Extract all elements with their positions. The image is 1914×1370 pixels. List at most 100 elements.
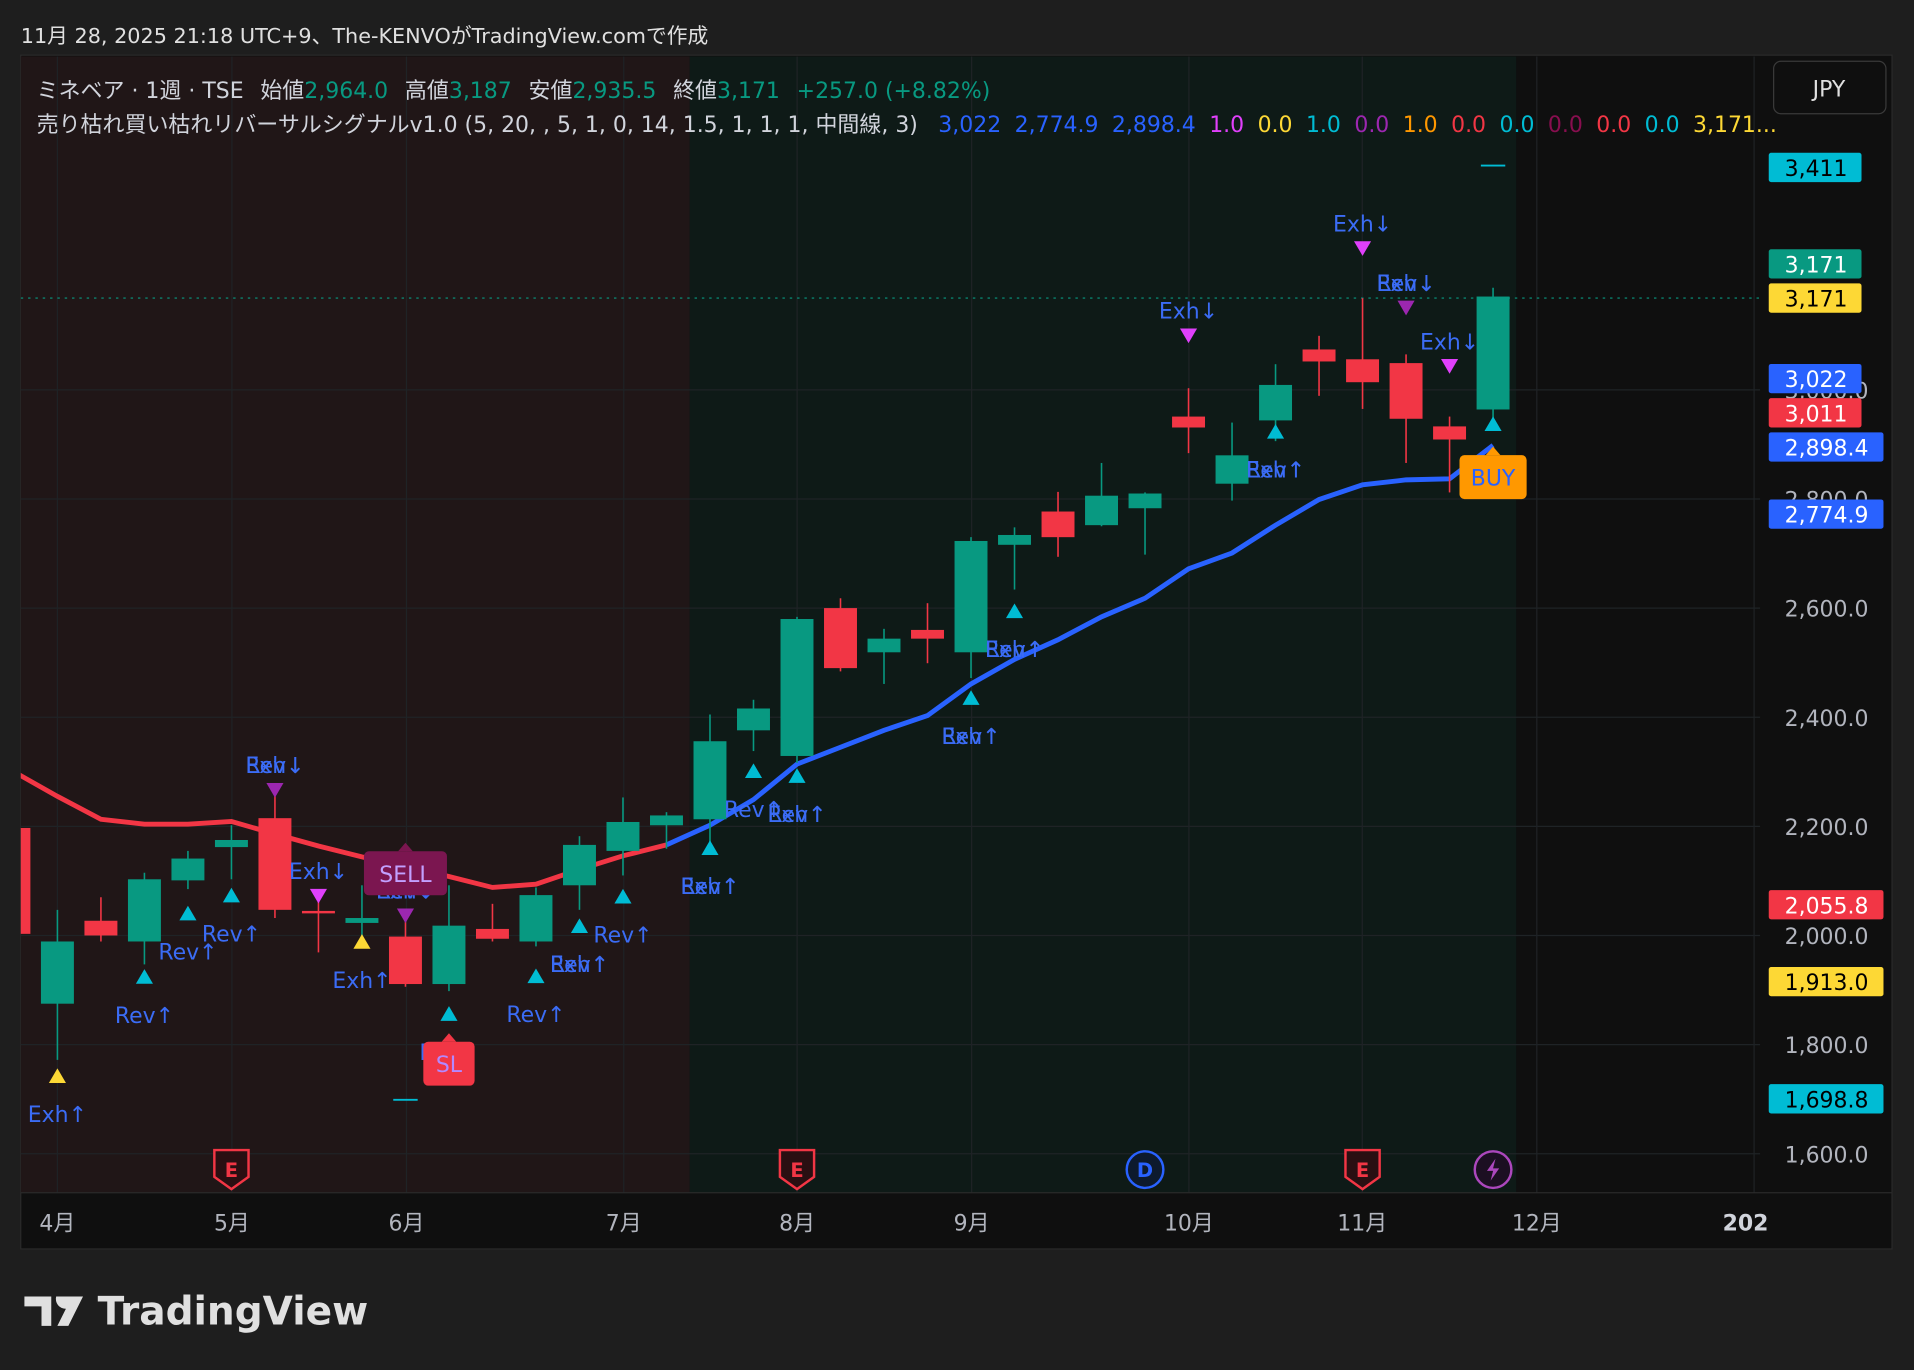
candle-body (954, 540, 988, 653)
candle-body (911, 629, 944, 639)
indicator-name: 売り枯れ買い枯れリバーサルシグナルv1.0 (5, 20, , 5, 1, 0,… (37, 113, 918, 138)
open-label: 始値 (260, 79, 304, 104)
indicator-value: 1.0 (1209, 113, 1244, 138)
plot-area[interactable]: Exh↑Rev↑Rev↑Rev↑Rev↓Exh↓Exh↓Exh↑Rev↓Exh↓… (0, 56, 1761, 1193)
indicator-value: 3,022 (938, 113, 1001, 138)
indicator-value: 0.0 (1596, 113, 1631, 138)
legend-symbol[interactable]: ミネベア · 1週 · TSE (37, 79, 244, 104)
price-tag: 1,913.0 (1768, 966, 1884, 997)
candle-body (1346, 359, 1380, 383)
candle (519, 887, 553, 947)
indicator-value: 3,171... (1693, 113, 1777, 138)
badge-label: SELL (379, 863, 432, 888)
price-tick-label: 2,600.0 (1785, 598, 1869, 623)
candle-body (1302, 349, 1336, 362)
candle (780, 616, 814, 764)
change-value: +257.0 (+8.82%) (797, 79, 991, 104)
signal-label: Exh↑ (680, 875, 739, 900)
price-tag-label: 2,774.9 (1785, 504, 1869, 529)
candle-body (84, 920, 118, 936)
price-tag-label: 3,411 (1785, 157, 1848, 182)
currency-label: JPY (1811, 78, 1846, 103)
candle-body (824, 608, 857, 669)
candle-body (606, 821, 640, 851)
signal-label: Exh↑ (985, 638, 1044, 663)
event-lightning[interactable] (1473, 1150, 1513, 1190)
candle-body (1389, 363, 1423, 419)
candle-body (1172, 416, 1206, 428)
candle-body (40, 941, 74, 1004)
high-value: 3,187 (449, 79, 512, 104)
time-tick-label: 6月 (389, 1212, 425, 1237)
candle-body (432, 925, 466, 985)
signal-label: Exh↓ (1333, 212, 1392, 237)
candle-body (1476, 296, 1510, 410)
candle-body (519, 895, 553, 942)
currency-button[interactable]: JPY (1773, 60, 1887, 115)
indicator-value: 0.0 (1548, 113, 1583, 138)
price-tick-label: 1,800.0 (1785, 1034, 1869, 1059)
signal-label: Exh↑ (28, 1103, 87, 1128)
price-tag: 2,898.4 (1768, 432, 1884, 462)
time-tick-label: 12月 (1512, 1212, 1562, 1237)
price-tag: 1,698.8 (1768, 1084, 1884, 1114)
price-tag: 3,011 (1768, 398, 1862, 428)
candle-body (345, 918, 379, 923)
chart-canvas[interactable]: 11月 28, 2025 21:18 UTC+9、The-KENVOがTradi… (0, 0, 1914, 1370)
candle-body (301, 910, 335, 914)
signal-label: Rev↑ (506, 1003, 565, 1028)
price-tick-label: 2,000.0 (1785, 925, 1869, 950)
candle-body (1215, 455, 1249, 484)
time-tick-label: 8月 (779, 1212, 815, 1237)
candle (824, 598, 857, 672)
price-tag: 2,774.9 (1768, 499, 1884, 529)
candle-body (171, 858, 205, 881)
open-value: 2,964.0 (304, 79, 388, 104)
price-tag: 3,411 (1768, 152, 1862, 183)
price-tag-label: 1,698.8 (1785, 1088, 1869, 1113)
price-tag-label: 3,022 (1785, 368, 1848, 393)
event-d[interactable]: D (1125, 1150, 1165, 1190)
close-label: 終値 (673, 79, 717, 104)
legend-ohlc: ミネベア · 1週 · TSE 始値2,964.0 高値3,187 安値2,93… (37, 79, 991, 104)
indicator-value: 0.0 (1499, 113, 1534, 138)
candle-body (1433, 426, 1467, 440)
indicator-value: 0.0 (1645, 113, 1680, 138)
signal-label: Exh↑ (550, 953, 609, 978)
earnings-icon-glyph: E (1356, 1159, 1369, 1182)
signal-label: Exh↓ (1376, 272, 1435, 297)
price-tag: 3,171 (1768, 283, 1862, 313)
earnings-icon-glyph: E (225, 1159, 238, 1182)
signal-label: Exh↑ (1246, 459, 1305, 484)
price-tick-label: 2,200.0 (1785, 816, 1869, 841)
price-tick-label: 1,600.0 (1785, 1143, 1869, 1168)
candle-body (1085, 495, 1119, 526)
indicator-value: 1.0 (1403, 113, 1438, 138)
legend-indicator[interactable]: 売り枯れ買い枯れリバーサルシグナルv1.0 (5, 20, , 5, 1, 0,… (37, 113, 1777, 138)
signal-label: Exh↓ (245, 754, 304, 779)
candle-body (780, 619, 814, 756)
indicator-value: 0.0 (1451, 113, 1486, 138)
candle-body (1128, 493, 1162, 509)
price-tag: 2,055.8 (1768, 890, 1884, 920)
candle-body (650, 815, 683, 826)
price-tag-label: 3,011 (1785, 402, 1848, 427)
candle-body (1041, 511, 1075, 538)
close-value: 3,171 (717, 79, 780, 104)
indicator-value: 1.0 (1306, 113, 1341, 138)
price-tick-label: 2,400.0 (1785, 707, 1869, 732)
time-tick-label: 202 (1723, 1212, 1769, 1237)
signal-label: Exh↓ (1159, 300, 1218, 325)
time-tick-label: 7月 (606, 1212, 642, 1237)
candle-body (998, 534, 1031, 545)
header-caption: 11月 28, 2025 21:18 UTC+9、The-KENVOがTradi… (21, 24, 708, 48)
signal-label: Rev↑ (593, 924, 652, 949)
tradingview-logo-text: TradingView (98, 1290, 369, 1335)
candle-body (475, 928, 509, 939)
earnings-icon-glyph: E (790, 1159, 803, 1182)
indicator-value: 0.0 (1258, 113, 1293, 138)
dividend-icon-glyph: D (1137, 1159, 1153, 1182)
candle-body (258, 818, 292, 910)
indicator-value: 2,898.4 (1112, 113, 1196, 138)
price-tag-label: 2,898.4 (1785, 437, 1869, 462)
